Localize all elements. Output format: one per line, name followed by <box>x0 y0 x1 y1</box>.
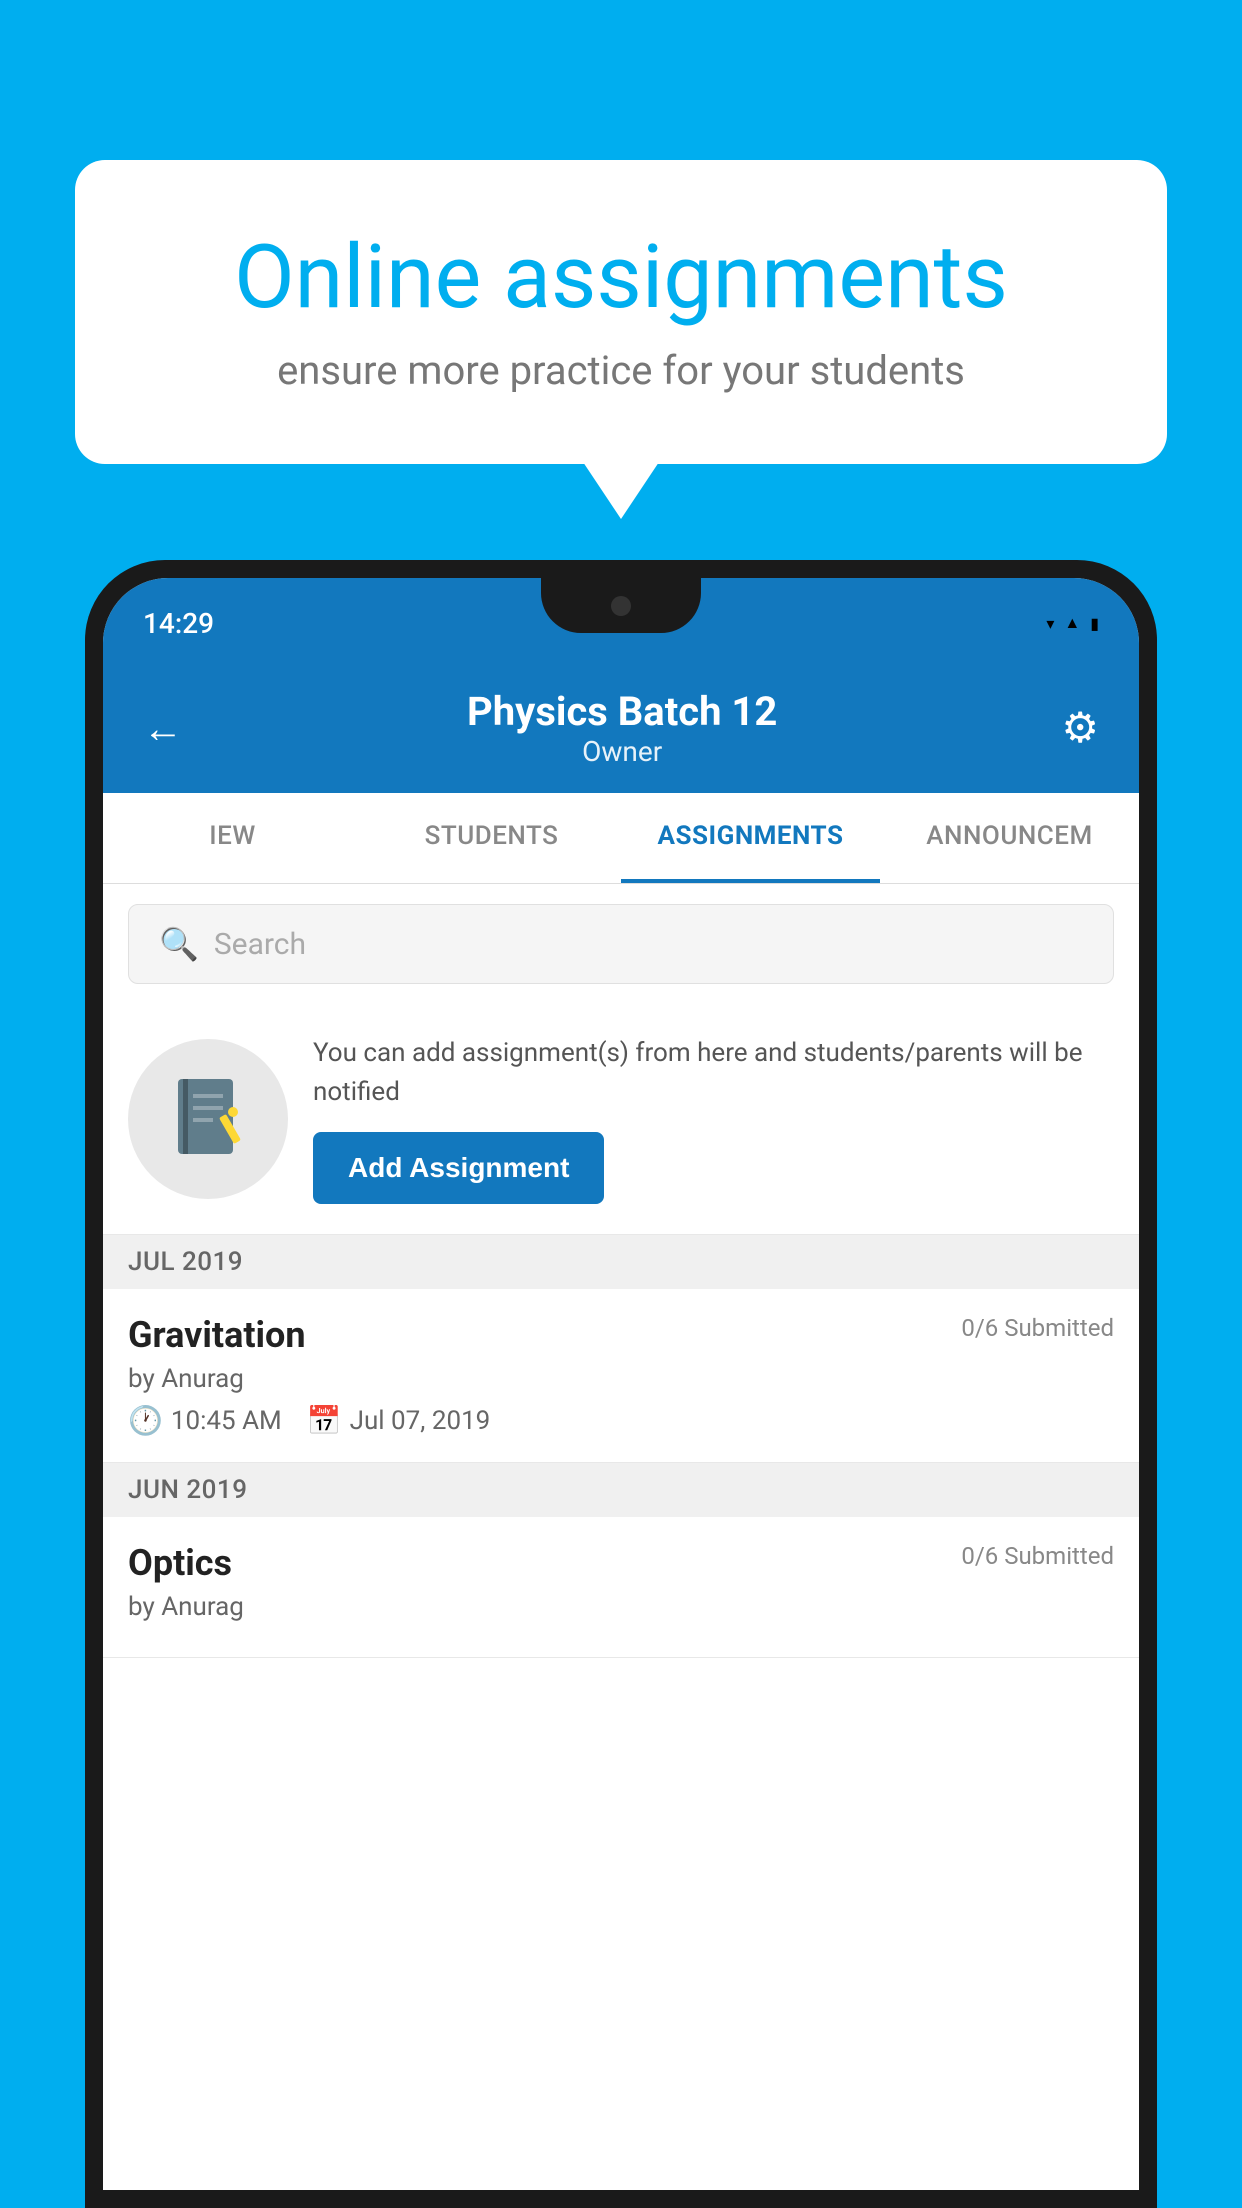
notebook-icon <box>168 1074 248 1164</box>
calendar-icon: 📅 <box>307 1404 342 1437</box>
header-center: Physics Batch 12 Owner <box>467 688 777 768</box>
battery-icon: ▮ <box>1090 614 1099 633</box>
assignment-icon-circle <box>128 1039 288 1199</box>
phone-inner: 14:29 ▾ ▲ ▮ ← Physics Batch 12 Owner ⚙ I… <box>103 578 1139 2190</box>
date-value: Jul 07, 2019 <box>350 1406 491 1436</box>
assignment-submitted: 0/6 Submitted <box>961 1314 1114 1342</box>
bubble-title: Online assignments <box>155 230 1087 327</box>
promo-content: You can add assignment(s) from here and … <box>313 1034 1114 1204</box>
tab-students[interactable]: STUDENTS <box>362 793 621 883</box>
time-value: 10:45 AM <box>171 1406 282 1436</box>
assignment-header-optics: Optics 0/6 Submitted <box>128 1542 1114 1584</box>
assignment-time: 🕐 10:45 AM <box>128 1404 282 1437</box>
assignment-header: Gravitation 0/6 Submitted <box>128 1314 1114 1356</box>
signal-icon: ▲ <box>1064 613 1080 633</box>
status-time: 14:29 <box>143 607 214 640</box>
status-bar: 14:29 ▾ ▲ ▮ <box>103 578 1139 668</box>
tabs-bar: IEW STUDENTS ASSIGNMENTS ANNOUNCEM <box>103 793 1139 884</box>
tab-iew[interactable]: IEW <box>103 793 362 883</box>
bubble-subtitle: ensure more practice for your students <box>155 347 1087 394</box>
search-container: 🔍 Search <box>103 884 1139 1004</box>
optics-by: by Anurag <box>128 1592 1114 1622</box>
assignment-item-gravitation[interactable]: Gravitation 0/6 Submitted by Anurag 🕐 10… <box>103 1289 1139 1463</box>
assignment-meta: 🕐 10:45 AM 📅 Jul 07, 2019 <box>128 1404 1114 1437</box>
header-title: Physics Batch 12 <box>467 688 777 735</box>
optics-submitted: 0/6 Submitted <box>961 1542 1114 1570</box>
notch <box>541 578 701 633</box>
settings-icon[interactable]: ⚙ <box>1061 703 1099 753</box>
search-box[interactable]: 🔍 Search <box>128 904 1114 984</box>
status-icons: ▾ ▲ ▮ <box>1046 613 1099 633</box>
add-assignment-button[interactable]: Add Assignment <box>313 1132 604 1204</box>
tab-announcements[interactable]: ANNOUNCEM <box>880 793 1139 883</box>
speech-bubble-container: Online assignments ensure more practice … <box>75 160 1167 464</box>
camera-dot <box>611 596 631 616</box>
assignment-item-optics[interactable]: Optics 0/6 Submitted by Anurag <box>103 1517 1139 1658</box>
wifi-icon: ▾ <box>1046 614 1054 633</box>
search-icon: 🔍 <box>159 925 199 963</box>
assignment-date: 📅 Jul 07, 2019 <box>307 1404 491 1437</box>
promo-text: You can add assignment(s) from here and … <box>313 1034 1114 1112</box>
header-subtitle: Owner <box>467 735 777 768</box>
back-button[interactable]: ← <box>143 705 183 752</box>
tab-assignments[interactable]: ASSIGNMENTS <box>621 793 880 883</box>
search-input[interactable]: Search <box>214 927 306 962</box>
month-separator-jun: JUN 2019 <box>103 1463 1139 1517</box>
optics-title: Optics <box>128 1542 232 1584</box>
speech-bubble: Online assignments ensure more practice … <box>75 160 1167 464</box>
month-separator-jul: JUL 2019 <box>103 1235 1139 1289</box>
promo-section: You can add assignment(s) from here and … <box>103 1004 1139 1235</box>
phone-frame: 14:29 ▾ ▲ ▮ ← Physics Batch 12 Owner ⚙ I… <box>85 560 1157 2208</box>
app-header: ← Physics Batch 12 Owner ⚙ <box>103 668 1139 793</box>
clock-icon: 🕐 <box>128 1404 163 1437</box>
assignment-title: Gravitation <box>128 1314 306 1356</box>
assignment-by: by Anurag <box>128 1364 1114 1394</box>
